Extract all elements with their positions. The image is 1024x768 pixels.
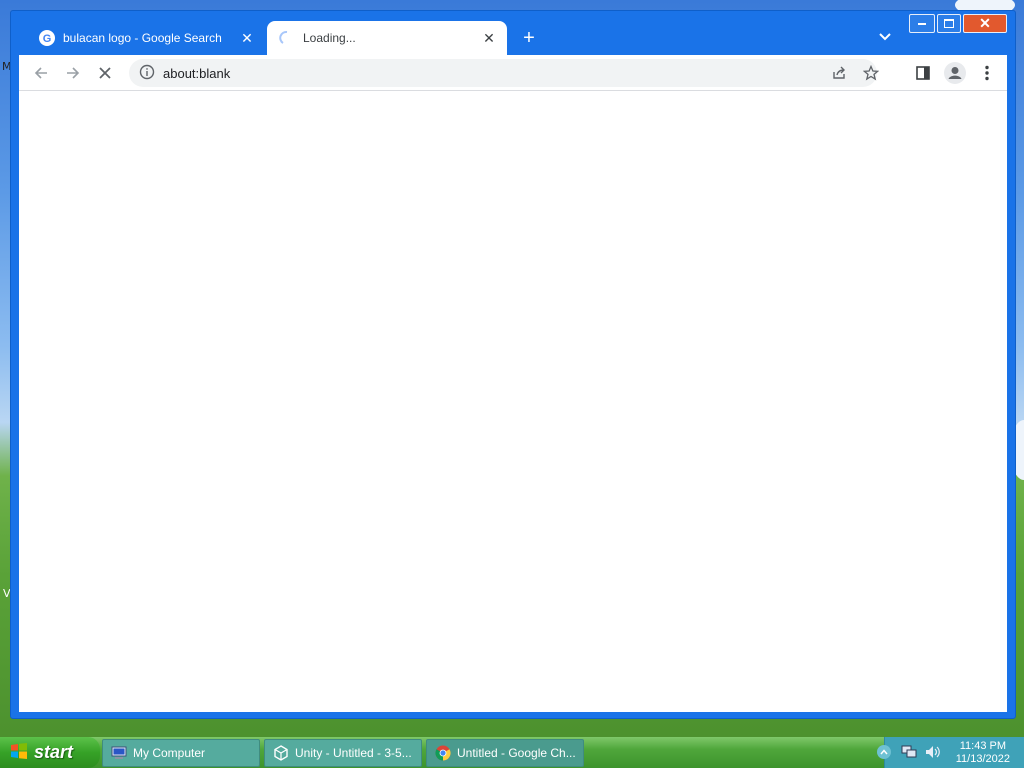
- taskbar-item-my-computer[interactable]: My Computer: [102, 739, 260, 767]
- computer-icon: [111, 745, 127, 761]
- page-content[interactable]: [19, 91, 1007, 712]
- tab-loading[interactable]: Loading... ✕: [267, 21, 507, 55]
- info-icon[interactable]: [139, 64, 155, 83]
- unity-icon: [273, 745, 289, 761]
- url-text: about:blank: [163, 65, 231, 81]
- system-tray: 11:43 PM 11/13/2022: [877, 737, 1024, 768]
- taskbar-item-label: Unity - Untitled - 3-5...: [295, 746, 412, 760]
- tab-close-icon[interactable]: ✕: [481, 30, 497, 46]
- show-hidden-icons-chevron-icon[interactable]: [877, 745, 891, 759]
- maximize-button[interactable]: [937, 14, 961, 33]
- start-label: start: [34, 742, 74, 762]
- volume-icon[interactable]: [925, 745, 941, 762]
- browser-window: G bulacan logo - Google Search ✕ Loading…: [10, 10, 1016, 719]
- tab-strip: G bulacan logo - Google Search ✕ Loading…: [11, 11, 1015, 55]
- share-icon[interactable]: [831, 65, 847, 84]
- svg-text:G: G: [43, 33, 52, 45]
- clock[interactable]: 11:43 PM 11/13/2022: [956, 740, 1010, 766]
- minimize-button[interactable]: [909, 14, 935, 33]
- windows-flag-icon: [10, 742, 28, 763]
- clock-date: 11/13/2022: [955, 753, 1010, 765]
- side-panel-icon[interactable]: [909, 59, 937, 87]
- chrome-icon: [435, 745, 451, 761]
- close-window-button[interactable]: ✕: [963, 14, 1007, 33]
- new-tab-plus-icon[interactable]: +: [517, 27, 541, 51]
- network-icon[interactable]: [901, 745, 917, 762]
- browser-toolbar: about:blank: [19, 55, 1007, 91]
- bookmark-star-icon[interactable]: [862, 64, 880, 84]
- taskbar-item-label: My Computer: [133, 746, 206, 760]
- taskbar-item-unity[interactable]: Unity - Untitled - 3-5...: [264, 739, 422, 767]
- start-button[interactable]: start: [0, 737, 100, 768]
- google-g-icon: G: [39, 30, 55, 46]
- profile-avatar-icon[interactable]: [941, 59, 969, 87]
- forward-arrow-icon[interactable]: [59, 59, 87, 87]
- tab-close-icon[interactable]: ✕: [239, 30, 255, 46]
- taskbar-item-label: Untitled - Google Ch...: [457, 746, 576, 760]
- loading-spinner-icon: [279, 30, 295, 46]
- taskbar-item-chrome[interactable]: Untitled - Google Ch...: [426, 739, 584, 767]
- address-bar[interactable]: about:blank: [129, 59, 880, 87]
- clock-time: 11:43 PM: [959, 740, 1007, 752]
- kebab-menu-icon[interactable]: [973, 59, 1001, 87]
- taskbar: start My Computer Unity - Untitled - 3-5…: [0, 737, 1024, 768]
- tab-title: bulacan logo - Google Search: [63, 31, 222, 45]
- stop-loading-icon[interactable]: [91, 59, 119, 87]
- tab-title: Loading...: [303, 31, 356, 45]
- tab-google-search[interactable]: G bulacan logo - Google Search ✕: [27, 21, 265, 55]
- back-arrow-icon[interactable]: [27, 59, 55, 87]
- tab-search-chevron-icon[interactable]: [873, 25, 897, 49]
